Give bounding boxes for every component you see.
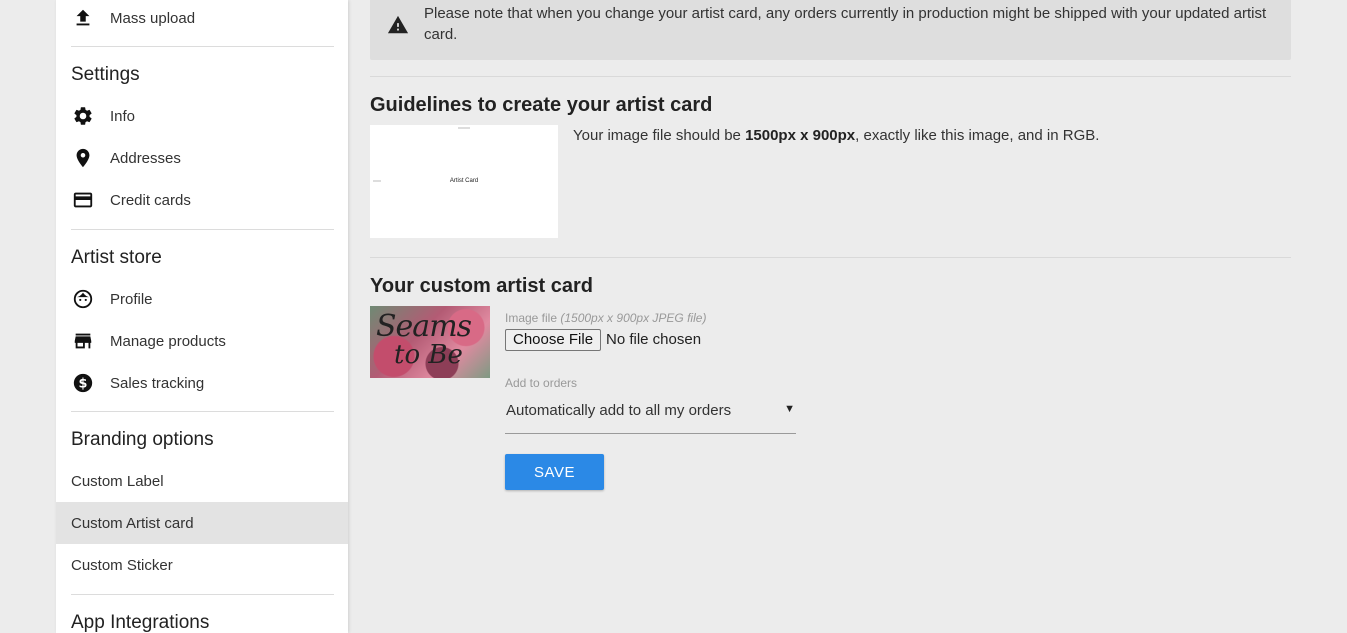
thumbnail-logo: to Be: [394, 340, 463, 370]
guidelines-text: Your image file should be 1500px x 900px…: [573, 127, 1099, 144]
sidebar-item-credit-cards[interactable]: Credit cards: [56, 179, 348, 221]
divider: [370, 76, 1291, 77]
sidebar-item-label: Profile: [110, 290, 153, 308]
sidebar-item-manage-products[interactable]: Manage products: [56, 320, 348, 362]
guideline-image: Artist Card: [370, 125, 558, 238]
section-title-branding: Branding options: [71, 429, 214, 450]
sidebar-item-custom-label[interactable]: Custom Label: [56, 460, 348, 502]
divider: [370, 257, 1291, 258]
orders-select-value: Automatically add to all my orders: [506, 402, 732, 419]
sidebar-item-sales-tracking[interactable]: $ Sales tracking: [56, 362, 348, 404]
thumbnail-logo: Seams: [376, 309, 472, 344]
store-icon: [71, 329, 95, 353]
image-file-label: Image file (1500px x 900px JPEG file): [505, 311, 706, 325]
choose-file-button[interactable]: Choose File: [505, 329, 602, 351]
save-button[interactable]: SAVE: [505, 454, 604, 490]
divider: [71, 594, 334, 595]
custom-card-title: Your custom artist card: [370, 275, 594, 297]
sidebar-item-mass-upload[interactable]: Mass upload: [56, 0, 348, 39]
guideline-image-label: Artist Card: [449, 178, 479, 184]
sidebar-item-label: Custom Sticker: [71, 556, 173, 574]
notice-banner: Please note that when you change your ar…: [370, 0, 1291, 60]
field-label-text: Image file: [505, 311, 561, 325]
dollar-circle-icon: $: [71, 371, 95, 395]
guidelines-title: Guidelines to create your artist card: [370, 94, 713, 116]
sidebar-item-addresses[interactable]: Addresses: [56, 137, 348, 179]
section-title-artist-store: Artist store: [71, 247, 162, 268]
upload-icon: [71, 6, 95, 30]
sidebar-item-info[interactable]: Info: [56, 95, 348, 137]
face-icon: [71, 287, 95, 311]
sidebar-item-label: Addresses: [110, 149, 181, 167]
sidebar-item-label: Sales tracking: [110, 374, 205, 392]
sidebar-item-label: Custom Artist card: [71, 514, 194, 532]
guidelines-dimensions: 1500px x 900px: [745, 127, 856, 144]
section-title-integrations: App Integrations: [71, 612, 210, 633]
artist-card-thumbnail: Seams to Be: [370, 306, 490, 378]
sidebar: Mass upload Settings Info Addresses Cred…: [56, 0, 348, 633]
sidebar-item-label: Mass upload: [110, 9, 196, 27]
gear-icon: [71, 104, 95, 128]
dropdown-arrow-icon: ▼: [784, 403, 795, 415]
guidelines-text-part: Your image file should be: [573, 127, 746, 144]
sidebar-item-label: Custom Label: [71, 472, 164, 490]
file-status: No file chosen: [606, 331, 702, 348]
divider: [71, 411, 334, 412]
sidebar-item-label: Info: [110, 107, 136, 125]
location-pin-icon: [71, 146, 95, 170]
notice-text: Please note that when you change your ar…: [424, 5, 1267, 43]
section-title-settings: Settings: [71, 64, 140, 85]
field-hint: (1500px x 900px JPEG file): [560, 311, 707, 325]
guidelines-text-part: , exactly like this image, and in RGB.: [855, 127, 1100, 144]
orders-select[interactable]: Automatically add to all my orders ▼: [505, 398, 796, 434]
sidebar-item-label: Manage products: [110, 332, 226, 350]
sidebar-item-label: Credit cards: [110, 191, 191, 209]
warning-triangle-icon: [387, 14, 409, 36]
credit-card-icon: [71, 188, 95, 212]
sidebar-item-profile[interactable]: Profile: [56, 278, 348, 320]
sidebar-item-custom-artist-card[interactable]: Custom Artist card: [56, 502, 348, 544]
divider: [71, 46, 334, 47]
divider: [71, 229, 334, 230]
sidebar-item-custom-sticker[interactable]: Custom Sticker: [56, 544, 348, 586]
orders-label: Add to orders: [505, 376, 578, 390]
svg-text:$: $: [79, 377, 88, 392]
guideline-mark: [458, 127, 470, 129]
